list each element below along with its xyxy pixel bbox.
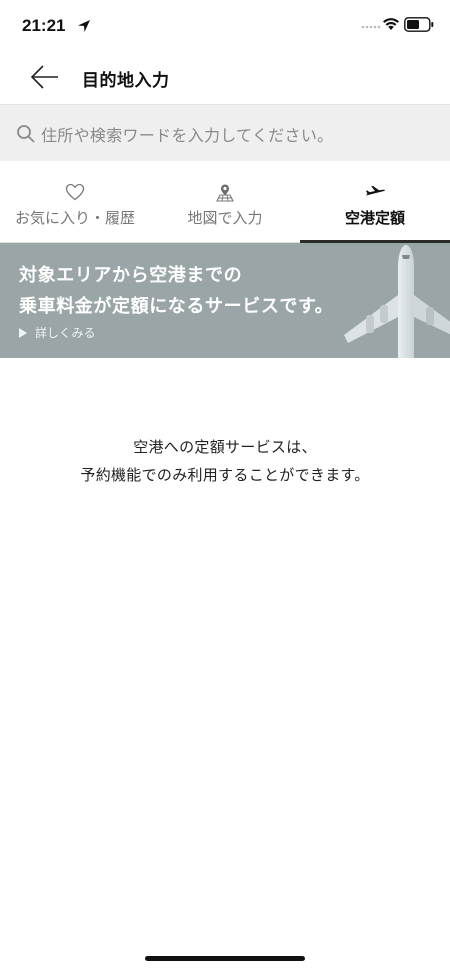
search-input[interactable]: 住所や検索ワードを入力してください。 <box>0 104 450 161</box>
cellular-signal-icon <box>361 25 381 29</box>
page-title: 目的地入力 <box>82 71 170 91</box>
play-triangle-icon <box>19 327 27 338</box>
back-arrow-icon <box>30 65 58 89</box>
tab-favorites-history[interactable]: お気に入り・履歴 <box>0 161 150 243</box>
tab-label: 地図で入力 <box>187 209 263 227</box>
banner-more-label: 詳しくみる <box>35 326 96 340</box>
banner-more-link[interactable]: 詳しくみる <box>19 324 95 341</box>
header: 目的地入力 <box>0 52 450 104</box>
banner-text-line2: 乗車料金が定額になるサービスです。 <box>19 296 334 317</box>
wifi-icon <box>383 18 399 30</box>
map-pin-icon <box>216 184 234 202</box>
tab-label: 空港定額 <box>344 209 405 227</box>
screen: 21:21 目的地入力 住所や検索ワードを入力してください。 お気に入り・履歴 … <box>0 0 450 972</box>
home-indicator <box>145 956 305 961</box>
search-icon <box>17 125 35 143</box>
search-placeholder: 住所や検索ワードを入力してください。 <box>41 126 334 145</box>
tab-airport-fixed-fare[interactable]: 空港定額 <box>300 161 450 244</box>
heart-icon <box>65 183 85 201</box>
status-time: 21:21 <box>22 16 66 35</box>
status-bar: 21:21 <box>0 0 450 52</box>
location-arrow-icon <box>78 20 90 32</box>
tab-bar: お気に入り・履歴 地図で入力 空港定額 <box>0 161 450 244</box>
info-message: 空港への定額サービスは、 予約機能でのみ利用することができます。 <box>0 433 450 489</box>
airplane-image <box>344 245 450 358</box>
tab-map-input[interactable]: 地図で入力 <box>150 161 300 243</box>
airplane-icon <box>366 186 385 196</box>
info-message-line1: 空港への定額サービスは、 <box>133 438 317 456</box>
battery-icon <box>404 17 434 32</box>
back-button[interactable] <box>24 60 64 96</box>
info-message-line2: 予約機能でのみ利用することができます。 <box>80 466 370 484</box>
banner-text-line1: 対象エリアから空港までの <box>19 265 243 286</box>
airport-fixed-fare-banner[interactable]: 対象エリアから空港までの 乗車料金が定額になるサービスです。 詳しくみる <box>0 243 450 358</box>
tab-label: お気に入り・履歴 <box>14 209 135 227</box>
